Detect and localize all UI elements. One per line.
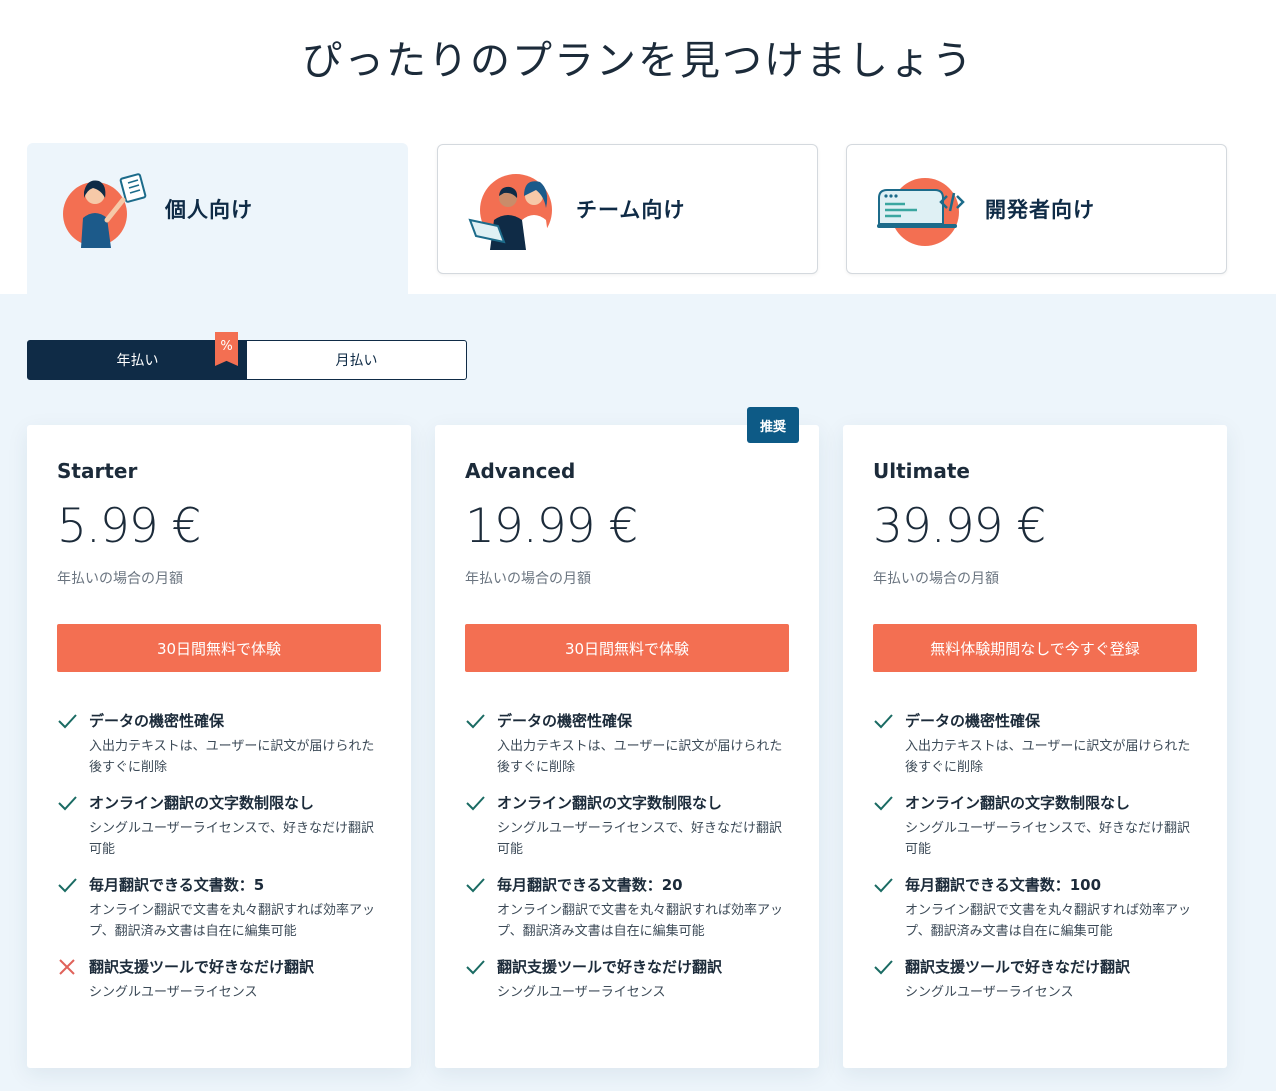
- feature-title: データの機密性確保: [497, 712, 633, 730]
- feature-title: 毎月翻訳できる文書数：100: [905, 876, 1102, 894]
- feature-title: 毎月翻訳できる文書数：20: [497, 876, 683, 894]
- feature-title: データの機密性確保: [89, 712, 225, 730]
- cross-icon: [59, 959, 75, 975]
- tab-label: 開発者向け: [985, 198, 1095, 222]
- check-icon: [874, 796, 893, 811]
- plan-price-note: 年払いの場合の月額: [465, 571, 591, 587]
- feature-item: 翻訳支援ツールで好きなだけ翻訳 シングルユーザーライセンス: [465, 956, 789, 1003]
- feature-item: オンライン翻訳の文字数制限なしシングルユーザーライセンスで、好きなだけ翻訳可能: [57, 792, 381, 860]
- feature-description: シングルユーザーライセンス: [905, 985, 1074, 1000]
- developer-illustration-icon: [877, 178, 965, 246]
- feature-item: 翻訳支援ツールで好きなだけ翻訳 シングルユーザーライセンス: [57, 956, 381, 1003]
- feature-description: シングルユーザーライセンスで、好きなだけ翻訳可能: [905, 821, 1190, 857]
- plan-price: 5.99 €: [57, 499, 202, 554]
- feature-item: 毎月翻訳できる文書数：20 オンライン翻訳で文書を丸々翻訳すれば効率アップ、翻訳済…: [465, 874, 789, 942]
- discount-badge: %: [215, 332, 238, 366]
- feature-list: データの機密性確保 入出力テキストは、ユーザーに訳文が届けられた後すぐに削除 オンラ…: [873, 710, 1197, 1003]
- feature-list: データの機密性確保 入出力テキストは、ユーザーに訳文が届けられた後すぐに削除 オンラ…: [57, 710, 381, 1003]
- feature-item: 毎月翻訳できる文書数：5 オンライン翻訳で文書を丸々翻訳すれば効率アップ、翻訳済み…: [57, 874, 381, 942]
- tab-developer[interactable]: 開発者向け: [846, 144, 1227, 274]
- page-title: ぴったりのプランを見つけましょう: [302, 38, 974, 84]
- check-icon: [874, 878, 893, 893]
- feature-description: シングルユーザーライセンス: [497, 985, 666, 1000]
- check-icon: [466, 878, 485, 893]
- plan-price-note: 年払いの場合の月額: [873, 571, 999, 587]
- feature-list: データの機密性確保 入出力テキストは、ユーザーに訳文が届けられた後すぐに削除 オンラ…: [465, 710, 789, 1003]
- check-icon: [874, 714, 893, 729]
- plan-price-note: 年払いの場合の月額: [57, 571, 183, 587]
- feature-description: オンライン翻訳で文書を丸々翻訳すれば効率アップ、翻訳済み文書は自在に編集可能: [497, 903, 784, 939]
- tab-team[interactable]: チーム向け: [437, 144, 818, 274]
- feature-title: 翻訳支援ツールで好きなだけ翻訳: [905, 958, 1131, 976]
- plan-cta-button[interactable]: 無料体験期間なしで今すぐ登録: [873, 624, 1197, 672]
- plan-name: Advanced: [465, 459, 576, 483]
- plan-cta-button[interactable]: 30日間無料で体験: [465, 624, 789, 672]
- feature-title: オンライン翻訳の文字数制限なし: [497, 794, 723, 812]
- feature-item: データの機密性確保入出力テキストは、ユーザーに訳文が届けられた後すぐに削除: [873, 710, 1197, 778]
- feature-description: シングルユーザーライセンスで、好きなだけ翻訳可能: [89, 821, 374, 857]
- plan-price: 19.99 €: [465, 499, 638, 554]
- feature-title: 翻訳支援ツールで好きなだけ翻訳: [497, 958, 723, 976]
- tab-label: 個人向け: [165, 198, 253, 222]
- feature-description: 入出力テキストは、ユーザーに訳文が届けられた後すぐに削除: [497, 739, 783, 775]
- feature-item: オンライン翻訳の文字数制限なしシングルユーザーライセンスで、好きなだけ翻訳可能: [465, 792, 789, 860]
- recommended-badge: 推奨: [746, 407, 799, 443]
- feature-title: オンライン翻訳の文字数制限なし: [89, 794, 315, 812]
- feature-item: オンライン翻訳の文字数制限なしシングルユーザーライセンスで、好きなだけ翻訳可能: [873, 792, 1197, 860]
- plan-card-advanced: 推奨 Advanced 19.99 € 年払いの場合の月額 30日間無料で体験 …: [435, 407, 819, 1068]
- feature-item: 毎月翻訳できる文書数：100 オンライン翻訳で文書を丸々翻訳すれば効率アップ、翻訳…: [873, 874, 1197, 942]
- feature-item: データの機密性確保入出力テキストは、ユーザーに訳文が届けられた後すぐに削除: [465, 710, 789, 778]
- feature-description: オンライン翻訳で文書を丸々翻訳すれば効率アップ、翻訳済み文書は自在に編集可能: [905, 903, 1192, 939]
- billing-toggle: 年払い 月払い %: [27, 332, 467, 380]
- plan-cta-button[interactable]: 30日間無料で体験: [57, 624, 381, 672]
- tab-individual[interactable]: 個人向け: [27, 143, 408, 295]
- team-illustration-icon: [468, 174, 552, 250]
- feature-item: 翻訳支援ツールで好きなだけ翻訳 シングルユーザーライセンス: [873, 956, 1197, 1003]
- billing-yearly-option[interactable]: 年払い: [28, 341, 247, 379]
- billing-monthly-option[interactable]: 月払い: [247, 341, 466, 379]
- check-icon: [58, 796, 77, 811]
- check-icon: [466, 960, 485, 975]
- tab-label: チーム向け: [576, 198, 686, 222]
- check-icon: [874, 960, 893, 975]
- feature-title: 毎月翻訳できる文書数：5: [89, 876, 265, 894]
- check-icon: [466, 796, 485, 811]
- plan-card-ultimate: Ultimate 39.99 € 年払いの場合の月額 無料体験期間なしで今すぐ登…: [843, 425, 1227, 1068]
- check-icon: [466, 714, 485, 729]
- plan-price: 39.99 €: [873, 499, 1046, 554]
- feature-description: オンライン翻訳で文書を丸々翻訳すれば効率アップ、翻訳済み文書は自在に編集可能: [89, 903, 376, 939]
- feature-title: 翻訳支援ツールで好きなだけ翻訳: [89, 958, 315, 976]
- feature-item: データの機密性確保入出力テキストは、ユーザーに訳文が届けられた後すぐに削除: [57, 710, 381, 778]
- plan-name: Starter: [57, 459, 138, 483]
- check-icon: [58, 878, 77, 893]
- feature-title: オンライン翻訳の文字数制限なし: [905, 794, 1131, 812]
- feature-title: データの機密性確保: [905, 712, 1041, 730]
- feature-description: 入出力テキストは、ユーザーに訳文が届けられた後すぐに削除: [905, 739, 1191, 775]
- feature-description: シングルユーザーライセンスで、好きなだけ翻訳可能: [497, 821, 782, 857]
- individual-illustration-icon: [63, 173, 147, 248]
- plan-name: Ultimate: [873, 459, 970, 483]
- feature-description: 入出力テキストは、ユーザーに訳文が届けられた後すぐに削除: [89, 739, 375, 775]
- feature-description: シングルユーザーライセンス: [89, 985, 258, 1000]
- check-icon: [58, 714, 77, 729]
- plan-card-starter: Starter 5.99 € 年払いの場合の月額 30日間無料で体験 データの機…: [27, 425, 411, 1068]
